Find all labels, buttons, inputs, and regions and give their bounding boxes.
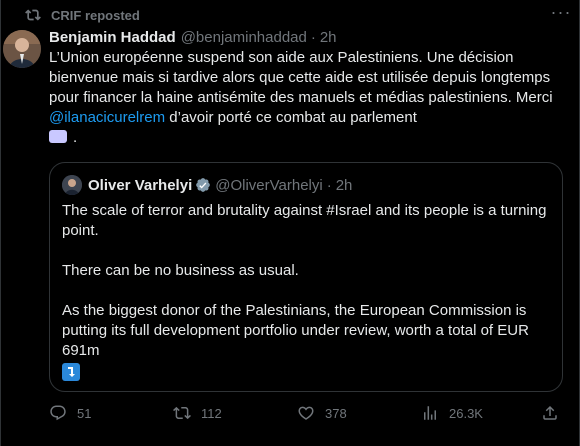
tweet-text-main: L’Union européenne suspend son aide aux … [49,49,553,106]
heart-icon [298,406,314,420]
tweet-frame[interactable]: CRIF reposted Benjamin Haddad @benjaminh… [0,0,580,446]
reply-icon [50,405,66,421]
repost-indicator: CRIF reposted [25,6,140,24]
like-count: 378 [325,405,347,421]
arrow-emoji-icon [62,363,80,381]
quoted-paragraph: As the biggest donor of the Palestinians… [62,302,529,359]
quoted-paragraph: There can be no business as usual. [62,262,299,279]
author-handle[interactable]: @benjaminhaddad [181,29,307,46]
views-count: 26.3K [449,405,483,421]
quoted-author-handle: @OliverVarhelyi [215,176,323,194]
share-icon [543,405,557,420]
tweet-header: Benjamin Haddad @benjaminhaddad · 2h [49,26,569,48]
repost-label[interactable]: CRIF reposted [51,8,140,23]
quoted-tweet-header: Oliver Varhelyi @OliverVarhelyi · 2h [62,175,352,195]
tweet-actions: 51 112 378 26.3K [49,402,569,426]
eu-flag-emoji-icon [49,130,67,143]
mention-link[interactable]: @ilanacicurelrem [49,109,165,126]
repost-icon [25,9,41,21]
author-avatar[interactable] [3,30,41,68]
tweet-content: Benjamin Haddad @benjaminhaddad · 2h L’U… [49,26,569,148]
like-button[interactable]: 378 [297,404,347,422]
verified-badge-icon [196,178,211,192]
views-chart-icon [424,406,436,420]
repost-count: 112 [201,405,222,421]
tweet-text-end: . [73,129,78,146]
header-separator: · [310,28,316,46]
more-options-icon[interactable]: ··· [551,2,571,22]
tweet-time[interactable]: 2h [320,29,337,46]
quoted-tweet-text: The scale of terror and brutality agains… [62,201,548,387]
views-button[interactable]: 26.3K [421,404,483,422]
quoted-paragraph: The scale of terror and brutality agains… [62,202,547,239]
avatar-photo [3,30,41,68]
down-arrow-icon [68,367,75,377]
reply-button[interactable]: 51 [49,404,91,422]
repost-button[interactable]: 112 [173,404,222,422]
more-options-label: ··· [550,1,572,22]
tweet-text-tail: d’avoir porté ce combat au parlement [165,109,417,126]
reply-count: 51 [77,405,92,421]
author-name[interactable]: Benjamin Haddad [49,29,176,46]
share-button[interactable] [541,404,569,422]
quoted-tweet[interactable]: Oliver Varhelyi @OliverVarhelyi · 2h The… [49,162,563,392]
quoted-author-name: Oliver Varhelyi [88,176,193,194]
quoted-avatar-photo [62,175,82,195]
tweet-text: L’Union européenne suspend son aide aux … [49,48,565,148]
quoted-tweet-time: 2h [335,176,353,194]
repost-action-icon [173,406,191,420]
quoted-author-avatar [62,175,82,195]
quoted-header-separator: · [326,176,332,194]
